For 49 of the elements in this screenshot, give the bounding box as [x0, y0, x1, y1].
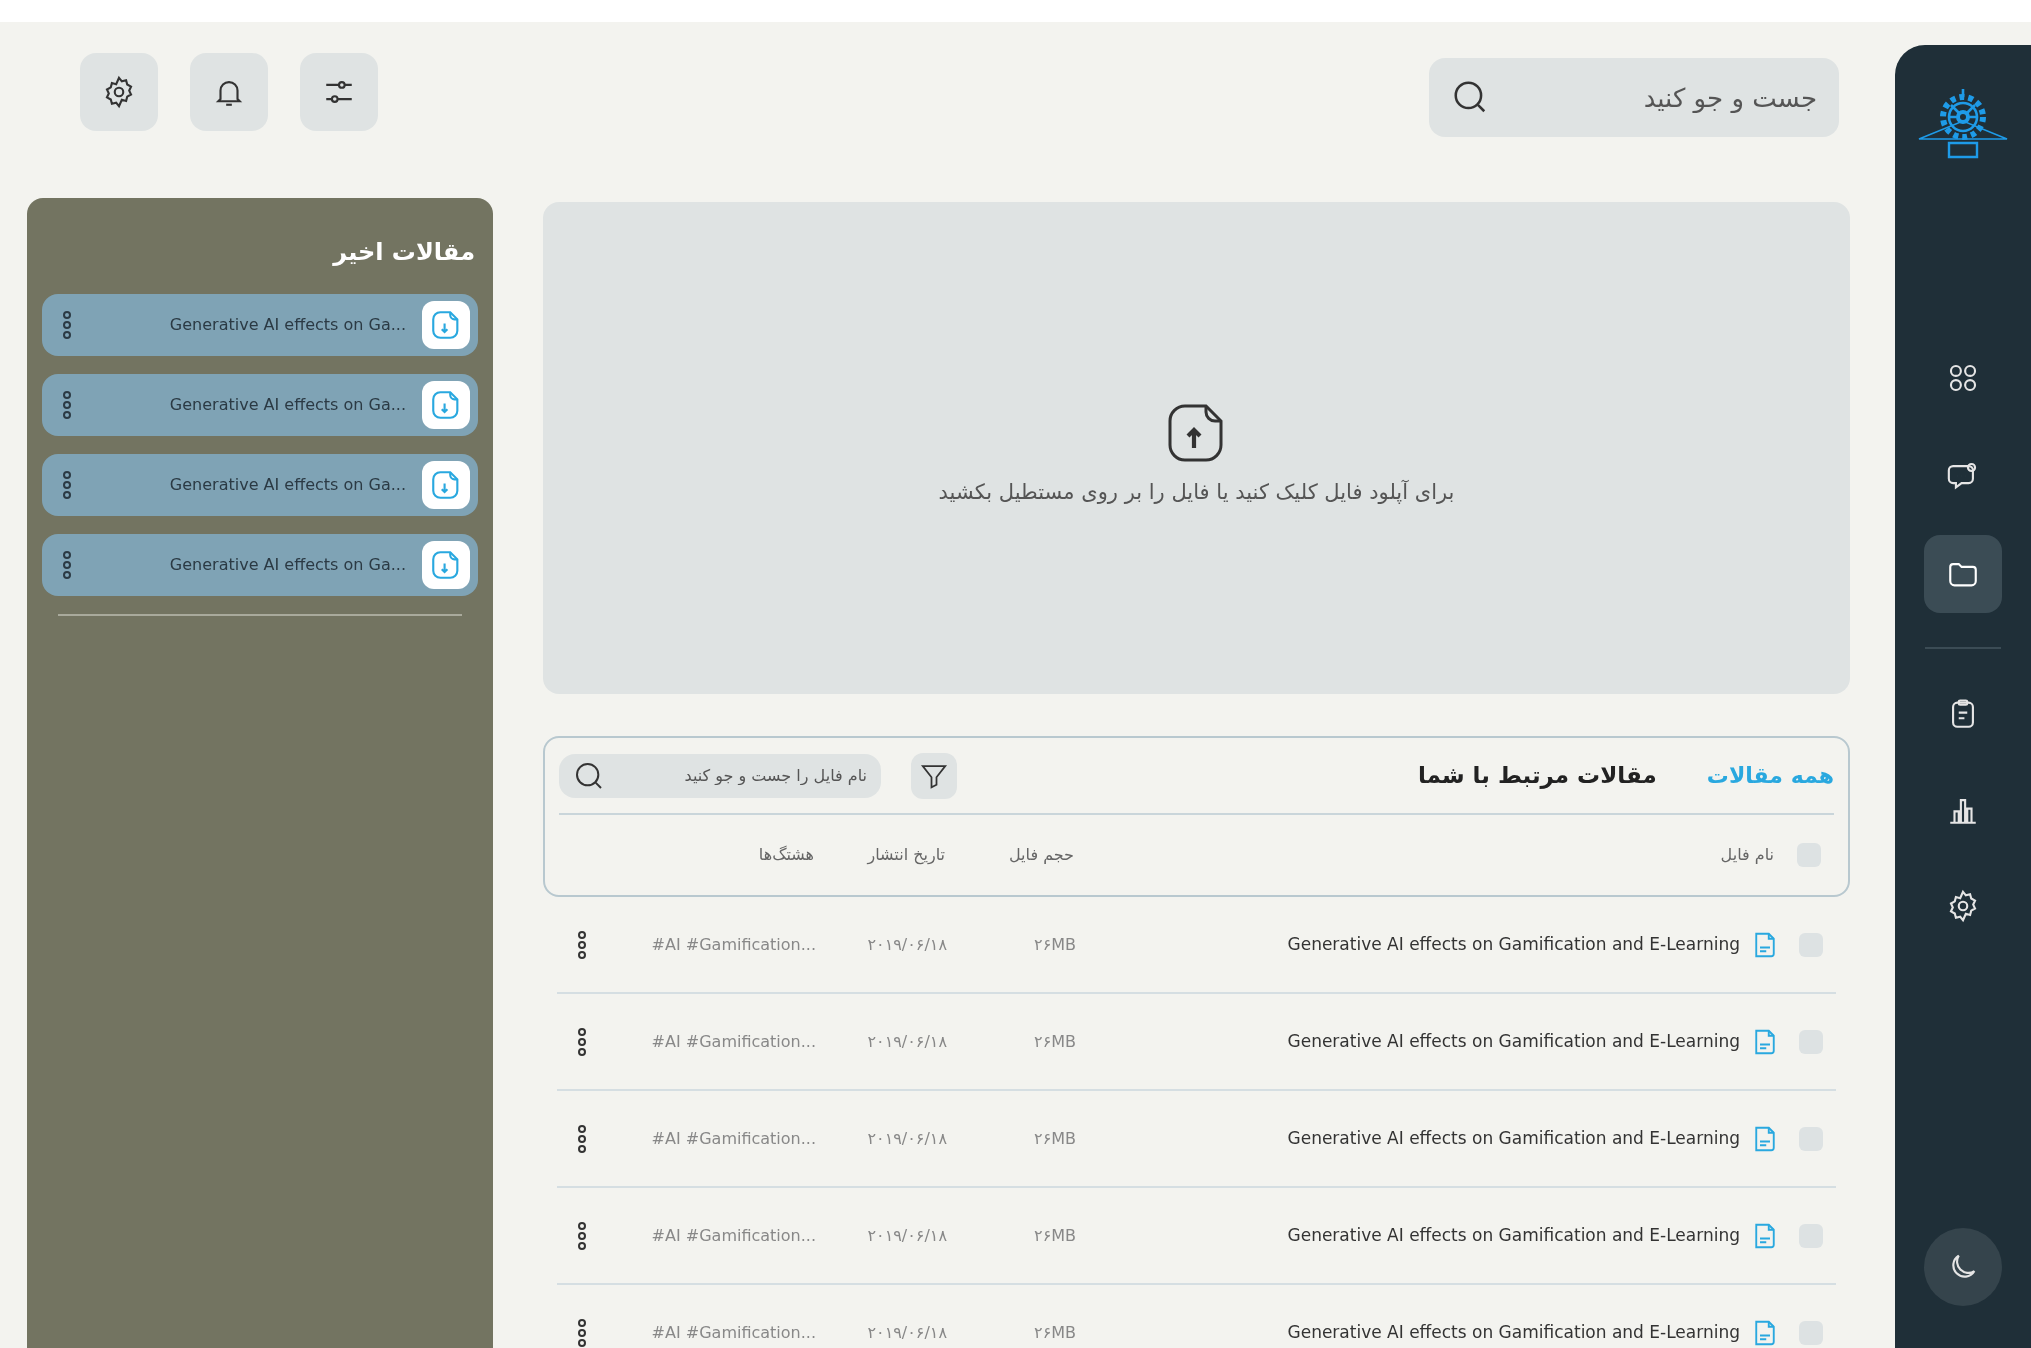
column-header: هشتگ‌ها	[758, 845, 814, 864]
upload-hint: برای آپلود فایل کلیک کنید یا فایل را بر روی مستطیل بکشید	[938, 479, 1455, 507]
hashtags: #AI #Gamification...	[651, 1031, 816, 1051]
recent-article-item[interactable]: Generative AI effects on Ga...	[42, 374, 478, 436]
file-name: Generative AI effects on Gamification and E-Learning	[1287, 1126, 1740, 1150]
hashtags: #AI #Gamification...	[651, 1225, 816, 1245]
filter-settings-button[interactable]	[300, 53, 378, 131]
file-size: ۲۶MB	[1034, 1128, 1076, 1148]
recent-article-item[interactable]: Generative AI effects on Ga...	[42, 294, 478, 356]
file-size: ۲۶MB	[1034, 1322, 1076, 1342]
filter-button[interactable]	[911, 752, 957, 799]
column-header: حجم فایل	[1008, 845, 1074, 864]
file-size: ۲۶MB	[1034, 1031, 1076, 1051]
more-icon[interactable]	[577, 1026, 587, 1057]
publish-date: ۲۰۱۹/۰۶/۱۸	[867, 1322, 947, 1342]
hashtags: #AI #Gamification...	[651, 934, 816, 954]
more-icon[interactable]	[577, 1220, 587, 1251]
file-name: Generative AI effects on Gamification and E-Learning	[1287, 932, 1740, 956]
column-header: نام فایل	[1720, 845, 1774, 864]
publish-date: ۲۰۱۹/۰۶/۱۸	[867, 1031, 947, 1051]
file-size: ۲۶MB	[1034, 1225, 1076, 1245]
hashtags: #AI #Gamification...	[651, 1322, 816, 1342]
article-name: Generative AI effects on Ga...	[168, 474, 407, 496]
file-name: Generative AI effects on Gamification and E-Learning	[1287, 1223, 1740, 1247]
file-name: Generative AI effects on Gamification and E-Learning	[1287, 1029, 1740, 1053]
file-name: Generative AI effects on Gamification and E-Learning	[1287, 1320, 1740, 1344]
all-articles-link[interactable]: همه مقالات	[1706, 759, 1834, 792]
file-search-field[interactable]: نام فایل را جست و جو کنید	[559, 753, 881, 798]
more-icon[interactable]	[577, 1317, 587, 1348]
column-header: تاریخ انتشار	[867, 845, 945, 864]
nav-button[interactable]	[1924, 535, 2002, 613]
file-size: ۲۶MB	[1034, 934, 1076, 954]
more-icon[interactable]	[577, 929, 587, 960]
publish-date: ۲۰۱۹/۰۶/۱۸	[867, 1128, 947, 1148]
section-title: مقالات مرتبط با شما	[1417, 761, 1657, 791]
more-icon[interactable]	[577, 1123, 587, 1154]
notification-button[interactable]	[190, 53, 268, 131]
search-field[interactable]: جست و جو کنید	[1429, 58, 1839, 137]
publish-date: ۲۰۱۹/۰۶/۱۸	[867, 934, 947, 954]
article-name: Generative AI effects on Ga...	[168, 314, 407, 336]
upload-dropzone[interactable]: برای آپلود فایل کلیک کنید یا فایل را بر روی مستطیل بکشید	[543, 202, 1850, 694]
recent-article-item[interactable]: Generative AI effects on Ga...	[42, 534, 478, 596]
recent-article-item[interactable]: Generative AI effects on Ga...	[42, 454, 478, 516]
article-name: Generative AI effects on Ga...	[168, 394, 407, 416]
article-name: Generative AI effects on Ga...	[168, 554, 407, 576]
settings-button[interactable]	[80, 53, 158, 131]
hashtags: #AI #Gamification...	[651, 1128, 816, 1148]
publish-date: ۲۰۱۹/۰۶/۱۸	[867, 1225, 947, 1245]
panel-title: مقالات اخیر	[331, 237, 476, 268]
